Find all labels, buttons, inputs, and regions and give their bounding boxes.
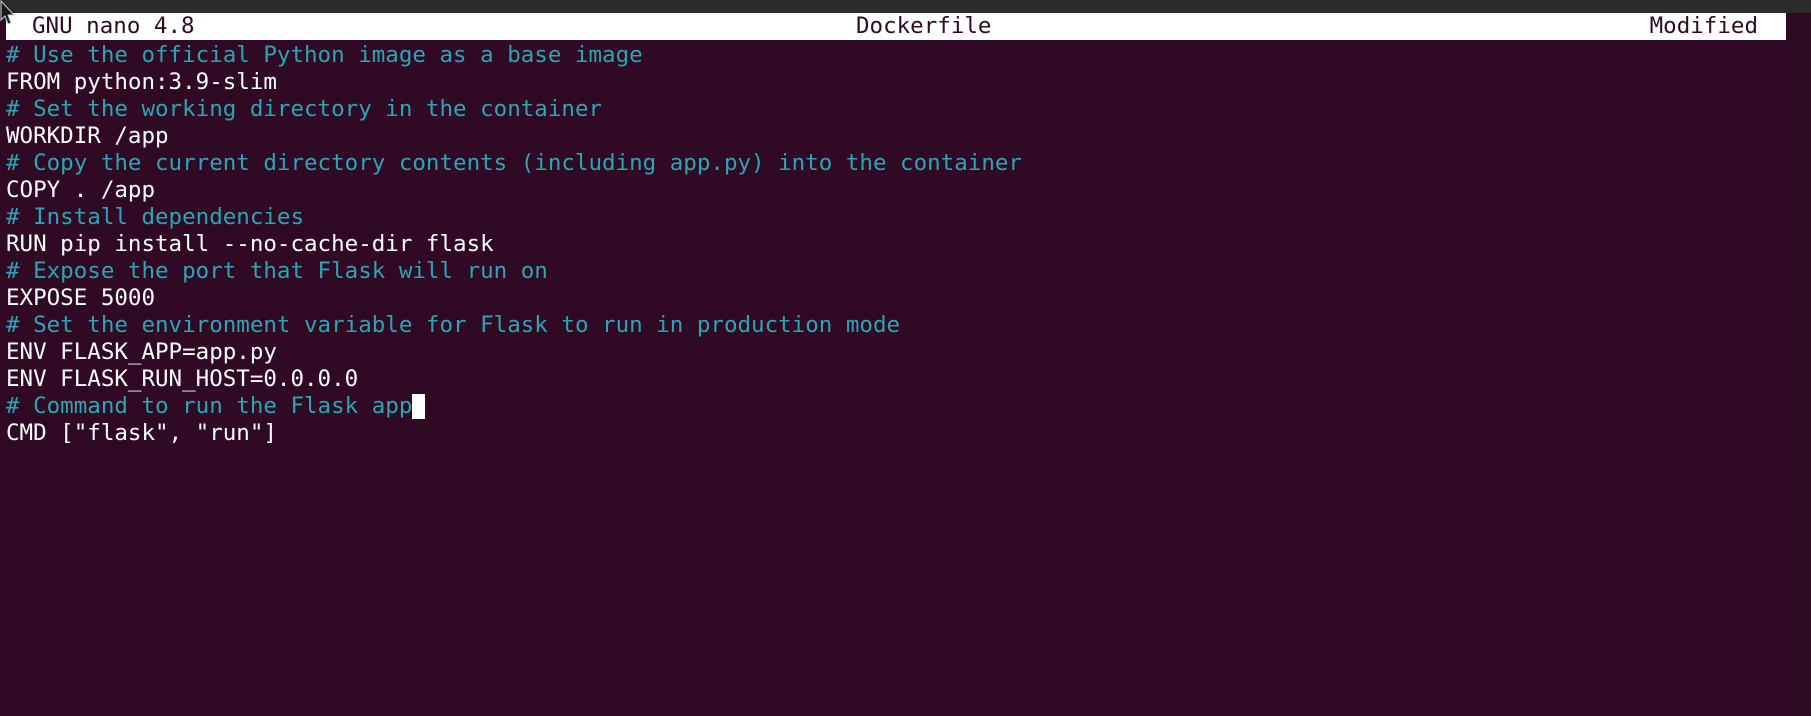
code-text: ENV FLASK_RUN_HOST=0.0.0.0 [6,366,359,392]
code-text: FROM python:3.9-slim [6,69,277,95]
nano-title-bar: GNU nano 4.8 Dockerfile Modified [6,13,1786,40]
terminal-scrollbar[interactable] [1786,13,1811,716]
terminal-window[interactable]: GNU nano 4.8 Dockerfile Modified # Use t… [0,13,1786,716]
modified-status-label: Modified [1649,13,1758,39]
comment-text: # Set the environment variable for Flask… [6,312,901,338]
nano-version-label: GNU nano 4.8 [32,13,195,39]
comment-text: # Expose the port that Flask will run on [6,258,548,284]
code-text: RUN pip install --no-cache-dir flask [6,231,494,257]
editor-line: # Expose the port that Flask will run on [6,258,1022,285]
editor-line: EXPOSE 5000 [6,285,1022,312]
code-text: ENV FLASK_APP=app.py [6,339,277,365]
editor-text-area[interactable]: # Use the official Python image as a bas… [6,42,1022,447]
comment-text: # Set the working directory in the conta… [6,96,603,122]
editor-line: ENV FLASK_RUN_HOST=0.0.0.0 [6,366,1022,393]
editor-line: # Set the working directory in the conta… [6,96,1022,123]
code-text: COPY . /app [6,177,156,203]
mouse-pointer-icon [0,0,16,25]
editor-line: # Copy the current directory contents (i… [6,150,1022,177]
editor-line: CMD ["flask", "run"] [6,420,1022,447]
comment-text: # Use the official Python image as a bas… [6,42,643,68]
code-text: WORKDIR /app [6,123,169,149]
editor-line: # Command to run the Flask app [6,393,1022,420]
editor-line: # Install dependencies [6,204,1022,231]
code-text: CMD ["flask", "run"] [6,420,277,446]
comment-text: # Install dependencies [6,204,305,230]
window-top-border [0,0,1811,13]
comment-text: # Command to run the Flask app [6,393,413,419]
comment-text: # Copy the current directory contents (i… [6,150,1022,176]
editor-line: # Set the environment variable for Flask… [6,312,1022,339]
editor-line: RUN pip install --no-cache-dir flask [6,231,1022,258]
editor-line: FROM python:3.9-slim [6,69,1022,96]
editor-line: WORKDIR /app [6,123,1022,150]
editor-line: COPY . /app [6,177,1022,204]
file-name-label: Dockerfile [856,13,992,39]
code-text: EXPOSE 5000 [6,285,156,311]
text-cursor [412,394,426,419]
editor-line: ENV FLASK_APP=app.py [6,339,1022,366]
editor-line: # Use the official Python image as a bas… [6,42,1022,69]
